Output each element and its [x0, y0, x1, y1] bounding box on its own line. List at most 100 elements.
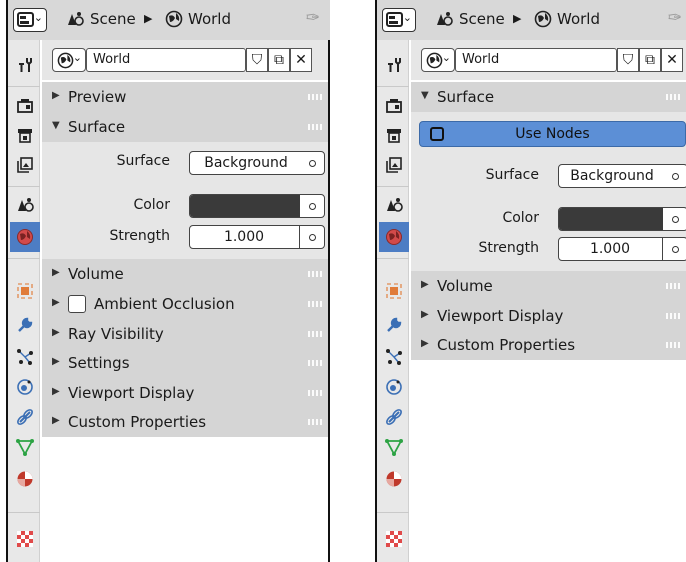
surface-body: Use Nodes Surface Background Color Stren…	[411, 112, 686, 271]
tab-material[interactable]	[379, 464, 409, 494]
drag-handle-icon[interactable]	[666, 94, 680, 100]
tab-particles[interactable]	[10, 342, 40, 372]
tab-object-data[interactable]	[379, 432, 409, 462]
pin-icon[interactable]: ✑	[668, 8, 682, 28]
chevron-down-icon: ⌄	[441, 51, 451, 64]
section-viewport-display[interactable]: ▶ Viewport Display	[411, 301, 686, 331]
scene-icon	[18, 198, 34, 212]
tab-physics[interactable]	[379, 372, 409, 402]
tab-output[interactable]	[10, 120, 40, 150]
tab-texture[interactable]	[379, 524, 409, 554]
copy-icon: ⧉	[274, 52, 284, 68]
section-label: Surface	[68, 118, 126, 136]
physics-icon	[17, 379, 33, 395]
tab-tool[interactable]	[379, 50, 409, 80]
fake-user-button[interactable]: ⛉	[246, 48, 268, 72]
strength-field[interactable]: 1.000	[558, 237, 686, 261]
tab-object[interactable]	[10, 276, 40, 306]
editor-type-button[interactable]: ⌄	[382, 8, 416, 32]
properties-icon	[17, 12, 34, 27]
drag-handle-icon[interactable]	[308, 124, 322, 130]
shield-icon: ⛉	[251, 52, 263, 68]
tab-scene[interactable]	[10, 190, 40, 220]
section-volume[interactable]: ▶ Volume	[411, 271, 686, 301]
drag-handle-icon[interactable]	[308, 360, 322, 366]
section-surface[interactable]: ▼ Surface	[42, 112, 328, 142]
editor-type-button[interactable]: ⌄	[13, 8, 47, 32]
section-ambient-occlusion[interactable]: ▶ Ambient Occlusion	[42, 289, 328, 319]
properties-tabs	[8, 40, 40, 562]
tab-modifiers[interactable]	[10, 310, 40, 340]
strength-value: 1.000	[589, 241, 631, 257]
material-icon	[17, 471, 33, 487]
tab-world[interactable]	[379, 222, 409, 252]
tab-modifiers[interactable]	[379, 310, 409, 340]
section-settings[interactable]: ▶ Settings	[42, 348, 328, 378]
color-label: Color	[133, 197, 170, 213]
tab-view-layer[interactable]	[10, 150, 40, 180]
drag-handle-icon[interactable]	[308, 390, 322, 396]
drag-handle-icon[interactable]	[308, 331, 322, 337]
duplicate-button[interactable]: ⧉	[639, 48, 661, 72]
tab-separator	[377, 86, 409, 87]
section-custom-properties[interactable]: ▶ Custom Properties	[42, 407, 328, 437]
drag-handle-icon[interactable]	[308, 271, 322, 277]
section-surface[interactable]: ▼ Surface	[411, 82, 686, 112]
tab-object-data[interactable]	[10, 432, 40, 462]
color-swatch[interactable]	[559, 208, 663, 230]
drag-handle-icon[interactable]	[308, 94, 322, 100]
tab-particles[interactable]	[379, 342, 409, 372]
drag-handle-icon[interactable]	[308, 301, 322, 307]
tab-world[interactable]	[10, 222, 40, 252]
section-volume[interactable]: ▶ Volume	[42, 259, 328, 289]
surface-shader-field[interactable]: Background	[558, 164, 686, 188]
section-ray-visibility[interactable]: ▶ Ray Visibility	[42, 319, 328, 349]
tab-tool[interactable]	[10, 50, 40, 80]
tab-output[interactable]	[379, 120, 409, 150]
color-field[interactable]	[189, 194, 325, 218]
tab-physics[interactable]	[10, 372, 40, 402]
drag-handle-icon[interactable]	[666, 283, 680, 289]
use-nodes-button[interactable]: Use Nodes	[419, 121, 686, 147]
link-socket-icon	[672, 216, 679, 223]
world-name-field[interactable]: World	[455, 48, 617, 72]
view-layer-icon	[386, 157, 402, 173]
scene-icon	[437, 12, 453, 26]
ambient-occlusion-checkbox[interactable]	[68, 295, 86, 313]
duplicate-button[interactable]: ⧉	[268, 48, 290, 72]
scene-icon	[387, 198, 403, 212]
tab-constraints[interactable]	[379, 402, 409, 432]
tab-material[interactable]	[10, 464, 40, 494]
tab-render[interactable]	[10, 90, 40, 120]
color-swatch[interactable]	[190, 195, 300, 217]
tab-object[interactable]	[379, 276, 409, 306]
color-field[interactable]	[558, 207, 686, 231]
color-label: Color	[502, 210, 539, 226]
tab-constraints[interactable]	[10, 402, 40, 432]
section-viewport-display[interactable]: ▶ Viewport Display	[42, 378, 328, 408]
world-datablock-row: ⌄ World ⛉ ⧉ ✕	[42, 40, 328, 80]
drag-handle-icon[interactable]	[666, 313, 680, 319]
tab-scene[interactable]	[379, 190, 409, 220]
world-browse-button[interactable]: ⌄	[52, 48, 86, 72]
tab-texture[interactable]	[10, 524, 40, 554]
drag-handle-icon[interactable]	[666, 342, 680, 348]
particles-icon	[386, 349, 402, 365]
unlink-button[interactable]: ✕	[661, 48, 683, 72]
section-preview[interactable]: ▶ Preview	[42, 82, 328, 112]
tab-render[interactable]	[379, 90, 409, 120]
world-name-field[interactable]: World	[86, 48, 246, 72]
particles-icon	[17, 349, 33, 365]
link-socket-icon	[309, 203, 316, 210]
chevron-down-icon: ⌄	[33, 11, 43, 24]
pin-icon[interactable]: ✑	[306, 8, 320, 28]
tab-separator	[377, 258, 409, 259]
tab-view-layer[interactable]	[379, 150, 409, 180]
strength-field[interactable]: 1.000	[189, 225, 325, 249]
unlink-button[interactable]: ✕	[290, 48, 312, 72]
drag-handle-icon[interactable]	[308, 419, 322, 425]
section-custom-properties[interactable]: ▶ Custom Properties	[411, 330, 686, 360]
fake-user-button[interactable]: ⛉	[617, 48, 639, 72]
surface-shader-field[interactable]: Background	[189, 151, 325, 175]
world-browse-button[interactable]: ⌄	[421, 48, 455, 72]
